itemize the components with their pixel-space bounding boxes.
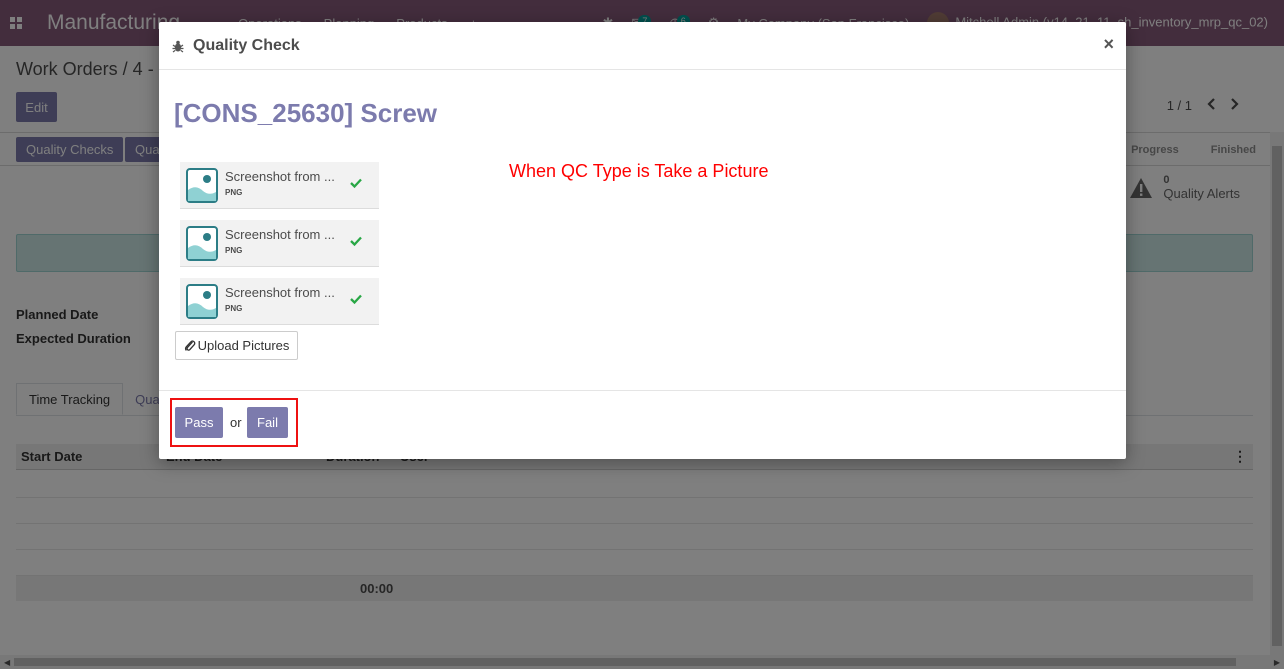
annotation-note: When QC Type is Take a Picture bbox=[509, 161, 769, 181]
product-title: [CONS_25630] Screw bbox=[174, 98, 438, 128]
attachment-ext: PNG bbox=[225, 188, 243, 197]
modal-title: Quality Check bbox=[193, 36, 300, 54]
attachment-name: Screenshot from ... bbox=[225, 169, 335, 184]
image-file-icon bbox=[186, 168, 218, 203]
attachment-name: Screenshot from ... bbox=[225, 227, 335, 242]
modal-footer: Pass or Fail bbox=[159, 390, 1126, 459]
paperclip-icon bbox=[184, 340, 196, 351]
check-icon bbox=[350, 178, 362, 189]
close-icon[interactable]: × bbox=[1103, 34, 1114, 55]
bug-icon bbox=[172, 40, 184, 52]
check-icon bbox=[350, 236, 362, 247]
attachment-item[interactable]: Screenshot from ... PNG bbox=[180, 278, 379, 325]
upload-pictures-button[interactable]: Upload Pictures bbox=[175, 331, 298, 360]
or-separator: or bbox=[230, 415, 242, 430]
image-file-icon bbox=[186, 284, 218, 319]
attachment-name: Screenshot from ... bbox=[225, 285, 335, 300]
fail-button[interactable]: Fail bbox=[247, 407, 288, 438]
check-icon bbox=[350, 294, 362, 305]
quality-check-dialog: Quality Check × [CONS_25630] Screw Scree… bbox=[159, 22, 1126, 459]
image-file-icon bbox=[186, 226, 218, 261]
attachment-ext: PNG bbox=[225, 304, 243, 313]
attachment-item[interactable]: Screenshot from ... PNG bbox=[180, 220, 379, 267]
attachment-ext: PNG bbox=[225, 246, 243, 255]
attachment-item[interactable]: Screenshot from ... PNG bbox=[180, 162, 379, 209]
pass-button[interactable]: Pass bbox=[175, 407, 223, 438]
modal-header: Quality Check × bbox=[159, 22, 1126, 70]
upload-pictures-label: Upload Pictures bbox=[197, 338, 290, 353]
